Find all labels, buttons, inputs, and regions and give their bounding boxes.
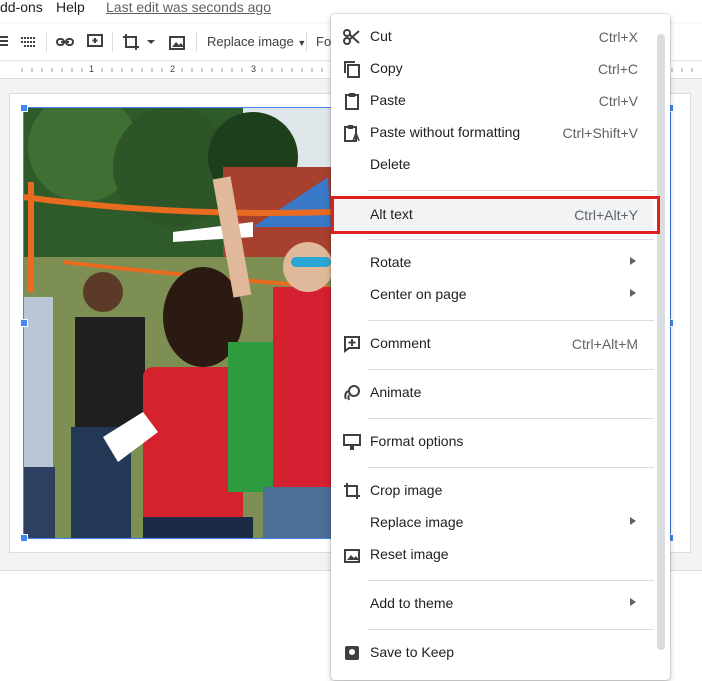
menu-item-label: Paste — [370, 92, 406, 108]
chevron-down-icon: ▼ — [297, 38, 307, 48]
context-menu: Cut Ctrl+X Copy Ctrl+C Paste Ctrl+V Past… — [331, 14, 670, 680]
add-comment-icon — [344, 336, 360, 353]
menu-item-save-to-keep[interactable]: Save to Keep — [331, 637, 653, 669]
toolbar-divider — [196, 32, 197, 52]
menu-item-shortcut: Ctrl+V — [598, 93, 638, 109]
toolbar-divider — [306, 32, 307, 52]
menu-item-add-to-theme[interactable]: Add to theme — [331, 588, 653, 620]
menu-item-comment[interactable]: Comment Ctrl+Alt+M — [331, 328, 653, 360]
menu-item-label: Comment — [370, 335, 431, 351]
submenu-arrow-icon — [630, 517, 636, 525]
menu-item-paste-without-formatting[interactable]: Paste without formatting Ctrl+Shift+V — [331, 117, 653, 149]
menu-item-shortcut: Ctrl+Alt+M — [571, 336, 638, 352]
menu-item-label: Delete — [370, 156, 411, 172]
menu-item-label: Center on page — [370, 286, 467, 302]
menu-item-crop-image[interactable]: Crop image — [331, 475, 653, 507]
replace-image-label: Replace image — [207, 34, 294, 49]
link-icon[interactable] — [56, 33, 74, 51]
menu-divider — [368, 467, 654, 468]
menu-item-label: Copy — [370, 60, 403, 76]
ruler-mark: 3 — [251, 64, 257, 74]
line-spacing-icon[interactable] — [20, 33, 38, 51]
animate-icon — [344, 385, 360, 401]
menu-item-format-options[interactable]: Format options — [331, 426, 653, 458]
resize-handle[interactable] — [20, 319, 28, 327]
menu-item-label: Save to Keep — [370, 644, 455, 660]
toolbar-divider — [112, 32, 113, 52]
resize-handle[interactable] — [20, 104, 28, 112]
crop-icon[interactable] — [122, 33, 140, 51]
menu-divider — [368, 369, 654, 370]
alt-text-highlight-box — [331, 196, 660, 234]
menu-item-delete[interactable]: Delete — [331, 149, 653, 181]
resize-handle[interactable] — [20, 534, 28, 542]
ruler-mark: 2 — [170, 64, 176, 74]
menu-item-shortcut: Ctrl+Shift+V — [562, 125, 638, 141]
clipboard-icon — [345, 93, 359, 110]
menu-addons[interactable]: dd-ons — [0, 0, 43, 15]
menu-item-replace-image[interactable]: Replace image — [331, 507, 653, 539]
menu-item-label: Reset image — [370, 546, 449, 562]
menu-divider — [368, 190, 654, 191]
crop-icon — [344, 483, 360, 499]
scissors-icon — [343, 29, 360, 45]
menu-divider — [368, 320, 654, 321]
format-options-button[interactable]: Fo — [316, 34, 331, 49]
menu-item-label: Crop image — [370, 482, 443, 498]
reset-image-icon — [344, 549, 360, 563]
submenu-arrow-icon — [630, 289, 636, 297]
menu-item-rotate[interactable]: Rotate — [331, 247, 653, 279]
menu-scrollbar[interactable] — [657, 34, 665, 650]
menu-item-label: Add to theme — [370, 595, 454, 611]
menu-item-label: Replace image — [370, 514, 464, 530]
add-comment-icon[interactable] — [86, 33, 104, 51]
replace-image-button[interactable]: Replace image ▼ — [207, 34, 306, 49]
keep-icon — [345, 646, 359, 660]
menu-divider — [368, 418, 654, 419]
menu-item-copy[interactable]: Copy Ctrl+C — [331, 53, 653, 85]
paste-plain-icon — [344, 125, 360, 142]
menu-divider — [368, 580, 654, 581]
menu-item-label: Animate — [370, 384, 422, 400]
copy-icon — [344, 61, 360, 78]
menu-divider — [368, 629, 654, 630]
submenu-arrow-icon — [630, 257, 636, 265]
reset-image-icon[interactable] — [168, 33, 186, 51]
menu-item-paste[interactable]: Paste Ctrl+V — [331, 85, 653, 117]
menu-divider — [368, 239, 654, 240]
chevron-down-icon[interactable] — [146, 33, 156, 51]
submenu-arrow-icon — [630, 598, 636, 606]
menu-item-shortcut: Ctrl+X — [598, 29, 638, 45]
menu-item-label: Format options — [370, 433, 464, 449]
menu-item-reset-image[interactable]: Reset image — [331, 539, 653, 571]
format-options-icon — [343, 434, 361, 450]
menu-help[interactable]: Help — [56, 0, 85, 15]
menu-item-label: Cut — [370, 28, 392, 44]
last-edit-link[interactable]: Last edit was seconds ago — [106, 0, 271, 15]
align-icon[interactable] — [0, 33, 14, 51]
ruler-mark: 1 — [89, 64, 95, 74]
menu-item-shortcut: Ctrl+C — [597, 61, 638, 77]
menu-item-label: Paste without formatting — [370, 124, 521, 140]
menu-item-animate[interactable]: Animate — [331, 377, 653, 409]
menu-item-label: Rotate — [370, 254, 412, 270]
toolbar-divider — [46, 32, 47, 52]
menu-item-center-on-page[interactable]: Center on page — [331, 279, 653, 311]
menu-item-cut[interactable]: Cut Ctrl+X — [331, 21, 653, 53]
